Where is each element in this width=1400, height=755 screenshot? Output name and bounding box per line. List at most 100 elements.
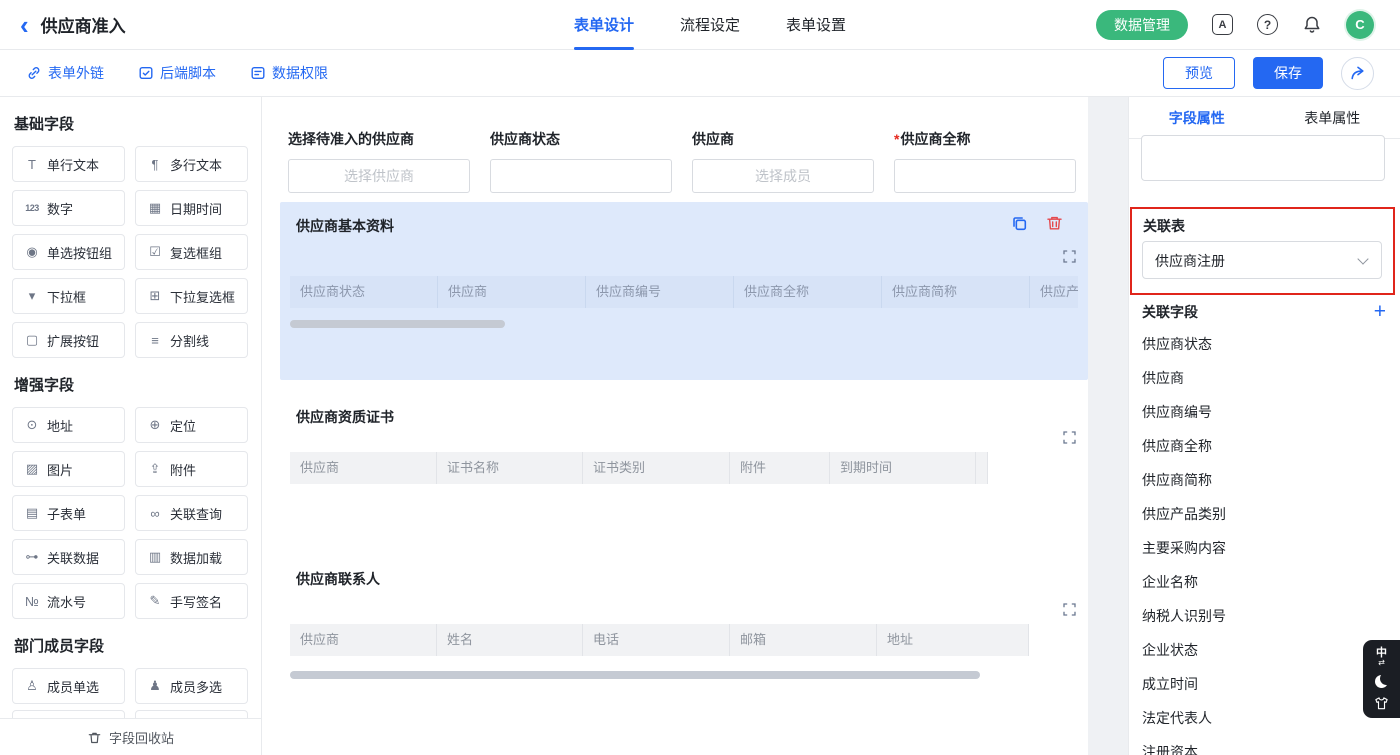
related-field-item[interactable]: 供应商状态 <box>1142 327 1400 361</box>
save-button[interactable]: 保存 <box>1253 57 1323 89</box>
language-switch-icon[interactable]: 中⇄ <box>1376 648 1387 668</box>
dark-mode-icon[interactable] <box>1375 675 1388 688</box>
related-field-item[interactable]: 供应商 <box>1142 361 1400 395</box>
copy-icon[interactable] <box>1010 214 1029 233</box>
sidebar-item-data-load[interactable]: ▥数据加载 <box>135 539 248 575</box>
trash-icon[interactable] <box>1045 214 1064 233</box>
sidebar-section-title: 部门成员字段 <box>14 635 261 656</box>
backend-script-link[interactable]: 后端脚本 <box>138 63 216 83</box>
field-label-text: 供应商全称 <box>900 131 970 147</box>
sidebar-item-attachment[interactable]: ⇪附件 <box>135 451 248 487</box>
related-field-item[interactable]: 纳税人识别号 <box>1142 599 1400 633</box>
related-field-item[interactable]: 注册资本 <box>1142 735 1400 755</box>
sidebar-item-label: 单选按钮组 <box>47 243 112 262</box>
sidebar-item-divider[interactable]: ≡分割线 <box>135 322 248 358</box>
header-tab-form-setting[interactable]: 表单设置 <box>786 0 846 50</box>
annotation-highlight: 关联表 供应商注册 <box>1130 207 1395 295</box>
permission-icon <box>250 65 266 81</box>
related-field-item[interactable]: 主要采购内容 <box>1142 531 1400 565</box>
field-input[interactable] <box>894 159 1076 193</box>
script-icon <box>138 65 154 81</box>
horizontal-scrollbar[interactable] <box>290 320 505 328</box>
sidebar-item-single-text[interactable]: T单行文本 <box>12 146 125 182</box>
sidebar-item-member-multi[interactable]: ♟成员多选 <box>135 668 248 704</box>
subform-supplier-basic-info[interactable]: 供应商基本资料 <box>280 202 1088 380</box>
header-right: 数据管理 A ? C <box>1096 10 1374 40</box>
related-field-item[interactable]: 企业状态 <box>1142 633 1400 667</box>
help-icon[interactable]: ? <box>1257 14 1278 35</box>
sidebar-item-datetime[interactable]: ▦日期时间 <box>135 190 248 226</box>
related-field-item[interactable]: 成立时间 <box>1142 667 1400 701</box>
related-table-value: 供应商注册 <box>1155 242 1225 280</box>
share-button[interactable] <box>1341 57 1374 90</box>
sidebar-item-multi-text[interactable]: ¶多行文本 <box>135 146 248 182</box>
panel-top-input[interactable] <box>1141 135 1385 181</box>
field-label-text: 供应商状态 <box>490 131 560 147</box>
subform-supplier-certificates[interactable]: 供应商资质证书 供应商证书名称证书类别附件到期时间 <box>280 395 1088 540</box>
link-icon <box>26 65 42 81</box>
related-field-item[interactable]: 法定代表人 <box>1142 701 1400 735</box>
sidebar-item-image[interactable]: ▨图片 <box>12 451 125 487</box>
header-tabs: 表单设计流程设定表单设置 <box>574 0 846 50</box>
sidebar-item-subform[interactable]: ▤子表单 <box>12 495 125 531</box>
form-field: *供应商全称 <box>894 129 1076 193</box>
sidebar-section-title: 基础字段 <box>14 113 261 134</box>
field-recycle-bin[interactable]: 字段回收站 <box>0 718 261 755</box>
panel-tab-form-props[interactable]: 表单属性 <box>1265 97 1400 138</box>
data-manage-button[interactable]: 数据管理 <box>1096 10 1188 40</box>
related-field-item[interactable]: 供应产品类别 <box>1142 497 1400 531</box>
subform-title: 供应商资质证书 <box>296 407 394 427</box>
panel-tab-field-props[interactable]: 字段属性 <box>1129 97 1265 138</box>
sidebar-item-label: 关联查询 <box>170 504 222 523</box>
related-field-item[interactable]: 供应商全称 <box>1142 429 1400 463</box>
floating-widget: 中⇄ <box>1363 640 1400 718</box>
sidebar-item-related-query[interactable]: ∞关联查询 <box>135 495 248 531</box>
header-tab-form-design[interactable]: 表单设计 <box>574 0 634 50</box>
sidebar-item-signature[interactable]: ✎手写签名 <box>135 583 248 619</box>
add-field-icon[interactable]: + <box>1374 303 1386 321</box>
sidebar-item-label: 单行文本 <box>47 155 99 174</box>
avatar[interactable]: C <box>1346 11 1374 39</box>
expand-icon[interactable] <box>1063 603 1076 616</box>
related-field-item[interactable]: 企业名称 <box>1142 565 1400 599</box>
preview-button[interactable]: 预览 <box>1163 57 1235 89</box>
field-input[interactable] <box>288 159 470 193</box>
field-label-text: 供应商 <box>692 131 734 147</box>
field-input[interactable] <box>692 159 874 193</box>
related-field-item[interactable]: 供应商编号 <box>1142 395 1400 429</box>
field-label: 供应商状态 <box>490 129 672 149</box>
data-permission-link[interactable]: 数据权限 <box>250 63 328 83</box>
field-label-text: 选择待准入的供应商 <box>288 131 414 147</box>
back-icon[interactable]: ‹ <box>20 14 29 36</box>
sidebar-item-multi-select[interactable]: ⊞下拉复选框 <box>135 278 248 314</box>
sidebar-item-radio-group[interactable]: ◉单选按钮组 <box>12 234 125 270</box>
theme-shirt-icon[interactable] <box>1374 696 1389 711</box>
field-input[interactable] <box>490 159 672 193</box>
page-title: 供应商准入 <box>41 12 126 37</box>
sidebar-item-select[interactable]: ▾下拉框 <box>12 278 125 314</box>
recycle-icon <box>87 730 102 745</box>
sidebar-item-member-single[interactable]: ♙成员单选 <box>12 668 125 704</box>
sidebar-item-checkbox-group[interactable]: ☑复选框组 <box>135 234 248 270</box>
sidebar-item-location[interactable]: ⊕定位 <box>135 407 248 443</box>
sidebar-item-number[interactable]: 123数字 <box>12 190 125 226</box>
header-tab-flow-setting[interactable]: 流程设定 <box>680 0 740 50</box>
translate-icon[interactable]: A <box>1212 14 1233 35</box>
sidebar-item-serial-number[interactable]: №流水号 <box>12 583 125 619</box>
bell-icon[interactable] <box>1302 15 1322 35</box>
related-table-select[interactable]: 供应商注册 <box>1142 241 1382 279</box>
sub-toolbar: 表单外链 后端脚本 数据权限 <box>0 50 1400 97</box>
sidebar-item-address[interactable]: ⊙地址 <box>12 407 125 443</box>
subform-header-row: 供应商姓名电话邮箱地址 <box>290 624 1078 656</box>
expand-icon[interactable] <box>1063 250 1076 263</box>
expand-icon[interactable] <box>1063 431 1076 444</box>
sidebar-item-label: 扩展按钮 <box>47 331 99 350</box>
horizontal-scrollbar[interactable] <box>290 671 980 679</box>
sidebar-item-grid: ⊙地址 ⊕定位 ▨图片 ⇪附件 ▤子表单 ∞关联查询 ⊶关联数据 ▥数据加载 №流水号 ✎手写签名 <box>0 407 261 619</box>
subform-supplier-contacts[interactable]: 供应商联系人 供应商姓名电话邮箱地址 <box>280 555 1088 715</box>
subform-column-header: 供应商编号 <box>586 276 734 308</box>
form-external-link[interactable]: 表单外链 <box>26 63 104 83</box>
sidebar-item-related-data[interactable]: ⊶关联数据 <box>12 539 125 575</box>
sidebar-item-extend-button[interactable]: ▢扩展按钮 <box>12 322 125 358</box>
related-field-item[interactable]: 供应商简称 <box>1142 463 1400 497</box>
